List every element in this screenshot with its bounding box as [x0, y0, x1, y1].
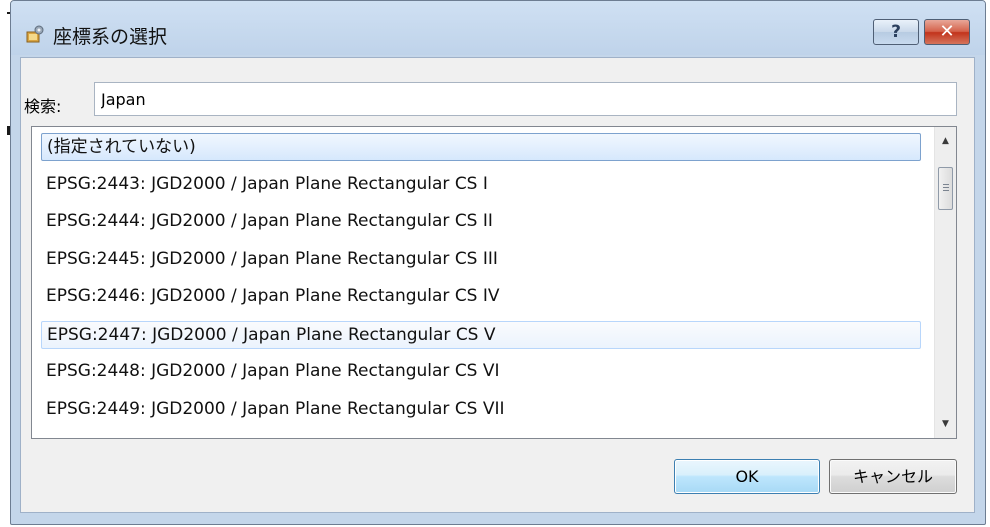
- list-item[interactable]: EPSG:2449: JGD2000 / Japan Plane Rectang…: [41, 396, 921, 424]
- crs-list[interactable]: (指定されていない) EPSG:2443: JGD2000 / Japan Pla…: [31, 126, 957, 439]
- vertical-scrollbar[interactable]: ▲ ▼: [934, 127, 956, 438]
- grip-line: [943, 190, 949, 191]
- scroll-down-arrow-icon[interactable]: ▼: [935, 414, 956, 434]
- close-icon: ✕: [939, 21, 955, 42]
- cancel-button[interactable]: キャンセル: [829, 459, 957, 494]
- background-edge: [0, 0, 10, 527]
- help-button[interactable]: ?: [873, 19, 919, 45]
- grip-line: [943, 184, 949, 185]
- list-item[interactable]: EPSG:2446: JGD2000 / Japan Plane Rectang…: [41, 283, 921, 311]
- list-item[interactable]: EPSG:2450: JGD2000 / Japan Plane Rectang…: [41, 433, 921, 438]
- search-label: 検索:: [24, 97, 62, 116]
- list-item[interactable]: EPSG:2445: JGD2000 / Japan Plane Rectang…: [41, 246, 921, 274]
- ok-button[interactable]: OK: [674, 459, 820, 494]
- crs-list-viewport: (指定されていない) EPSG:2443: JGD2000 / Japan Pla…: [32, 127, 935, 438]
- dialog-title: 座標系の選択: [53, 26, 168, 48]
- list-item[interactable]: (指定されていない): [41, 133, 921, 161]
- list-item[interactable]: EPSG:2447: JGD2000 / Japan Plane Rectang…: [41, 320, 921, 349]
- scroll-up-arrow-icon[interactable]: ▲: [935, 131, 956, 151]
- scroll-thumb[interactable]: [938, 167, 953, 210]
- settings-icon: [25, 24, 45, 44]
- list-item[interactable]: EPSG:2443: JGD2000 / Japan Plane Rectang…: [41, 171, 921, 199]
- close-button[interactable]: ✕: [924, 19, 970, 45]
- help-icon: ?: [891, 22, 901, 42]
- grip-line: [943, 187, 949, 188]
- title-bar[interactable]: 座標系の選択 ? ✕: [11, 1, 985, 55]
- list-item[interactable]: EPSG:2448: JGD2000 / Japan Plane Rectang…: [41, 358, 921, 386]
- search-input[interactable]: [94, 82, 957, 116]
- list-item[interactable]: EPSG:2444: JGD2000 / Japan Plane Rectang…: [41, 208, 921, 236]
